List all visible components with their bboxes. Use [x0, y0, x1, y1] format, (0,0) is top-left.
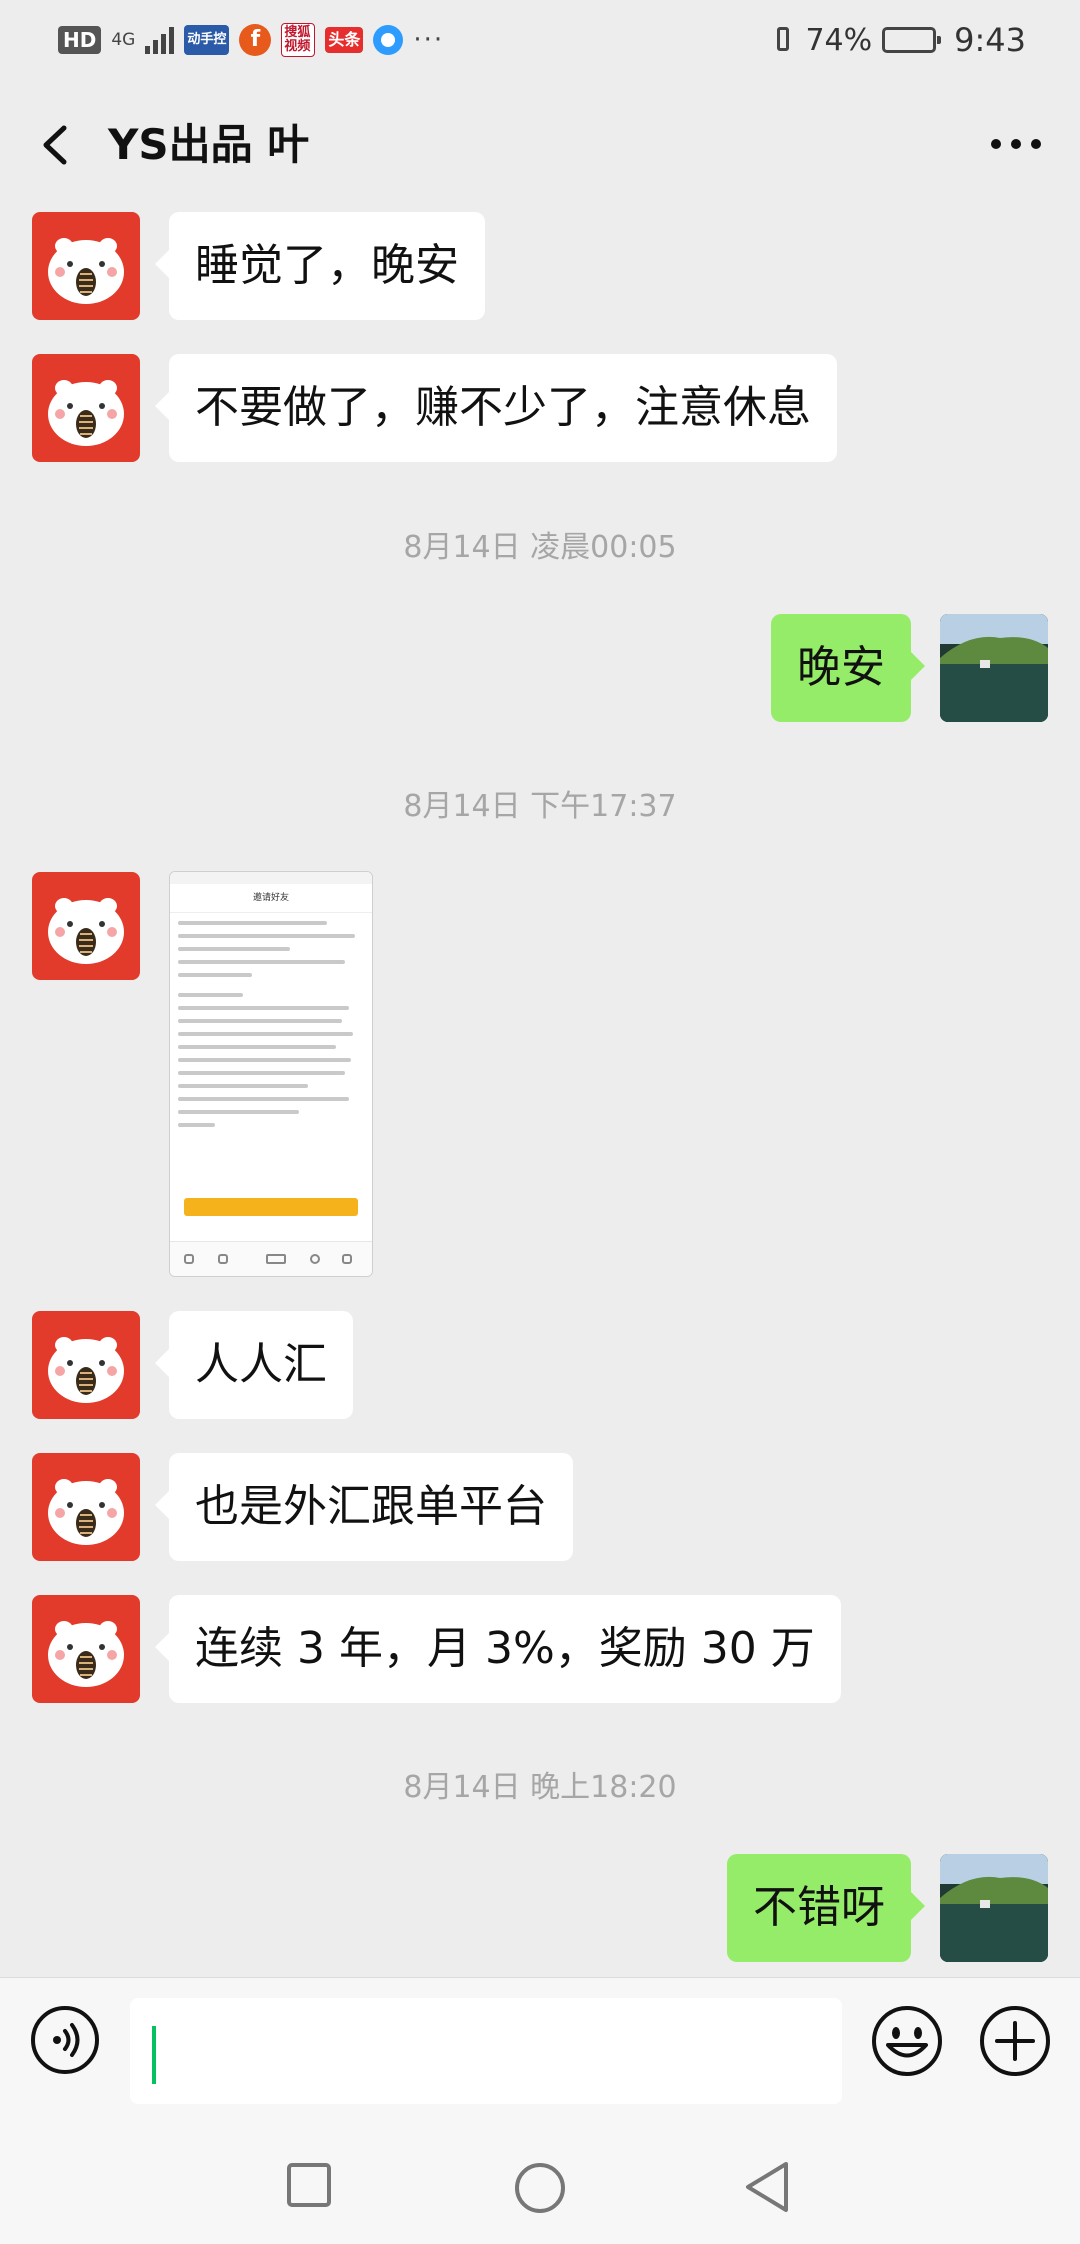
back-triangle-icon[interactable]: [742, 2160, 792, 2214]
message-timestamp: 8月14日 下午17:37: [403, 789, 677, 824]
image-action-button: [184, 1198, 358, 1216]
hd-badge: HD: [58, 26, 102, 54]
avatar-contact[interactable]: [32, 212, 140, 320]
message-timestamp: 8月14日 凌晨00:05: [403, 530, 677, 565]
landscape-avatar-icon: [940, 614, 1048, 722]
message-bubble-outgoing[interactable]: 晚安: [771, 614, 925, 722]
input-bar: [0, 1977, 1080, 2111]
status-right: 74% 9:43: [771, 18, 1026, 62]
hamster-avatar-icon: [48, 1621, 124, 1687]
hamster-avatar-icon: [48, 380, 124, 446]
app-notification-icon: 动手控: [184, 25, 230, 55]
hamster-avatar-icon: [48, 898, 124, 964]
status-bar: HD 4G 动手控 f 搜狐视频 头条 ··· 74% 9:43: [0, 0, 1080, 80]
emoji-icon[interactable]: [870, 2004, 944, 2078]
hamster-avatar-icon: [48, 1479, 124, 1545]
plus-icon[interactable]: [978, 2004, 1052, 2078]
app-notification-icon: 头条: [325, 27, 364, 53]
more-dots-icon[interactable]: [986, 124, 1046, 164]
clock: 9:43: [954, 21, 1026, 59]
landscape-avatar-icon: [940, 1854, 1048, 1962]
message-bubble-outgoing[interactable]: 不错呀: [727, 1854, 925, 1962]
image-text-lines: [170, 913, 372, 1144]
chat-title: YS出品 叶: [108, 120, 310, 169]
message-bubble-incoming[interactable]: 不要做了，赚不少了，注意休息: [155, 354, 837, 462]
app-notification-icon: 搜狐视频: [281, 23, 316, 57]
image-status-strip: [170, 872, 372, 884]
voice-icon[interactable]: [29, 2004, 101, 2076]
signal-icon: [145, 26, 175, 54]
avatar-contact[interactable]: [32, 872, 140, 980]
image-page-title: 邀请好友: [170, 884, 372, 913]
status-left: HD 4G 动手控 f 搜狐视频 头条 ···: [58, 22, 444, 58]
image-message-screenshot[interactable]: 邀请好友: [169, 871, 373, 1277]
message-bubble-incoming[interactable]: 人人汇: [155, 1311, 353, 1419]
system-nav-bar: [0, 2110, 1080, 2244]
vibrate-icon: [771, 25, 795, 55]
message-bubble-incoming[interactable]: 也是外汇跟单平台: [155, 1453, 573, 1561]
image-toolbar: [170, 1241, 372, 1276]
text-cursor: [152, 2026, 156, 2084]
message-timestamp: 8月14日 晚上18:20: [403, 1770, 677, 1805]
chat-header: YS出品 叶: [0, 80, 1080, 210]
avatar-contact[interactable]: [32, 354, 140, 462]
avatar-contact[interactable]: [32, 1453, 140, 1561]
more-notifications-icon: ···: [413, 25, 445, 55]
home-icon[interactable]: [514, 2162, 566, 2214]
message-input[interactable]: [130, 1998, 842, 2104]
hamster-avatar-icon: [48, 1337, 124, 1403]
network-type: 4G: [111, 29, 136, 50]
app-notification-icon: f: [239, 24, 272, 56]
hamster-avatar-icon: [48, 238, 124, 304]
avatar-contact[interactable]: [32, 1595, 140, 1703]
chevron-left-icon[interactable]: [34, 120, 84, 170]
avatar-self[interactable]: [940, 614, 1048, 722]
battery-icon: [882, 27, 942, 53]
message-bubble-incoming[interactable]: 连续 3 年，月 3%，奖励 30 万: [155, 1595, 841, 1703]
avatar-self[interactable]: [940, 1854, 1048, 1962]
avatar-contact[interactable]: [32, 1311, 140, 1419]
recents-icon[interactable]: [286, 2162, 332, 2208]
browser-notification-icon: [373, 25, 404, 55]
message-bubble-incoming[interactable]: 睡觉了，晚安: [155, 212, 485, 320]
battery-percent: 74%: [805, 22, 873, 58]
